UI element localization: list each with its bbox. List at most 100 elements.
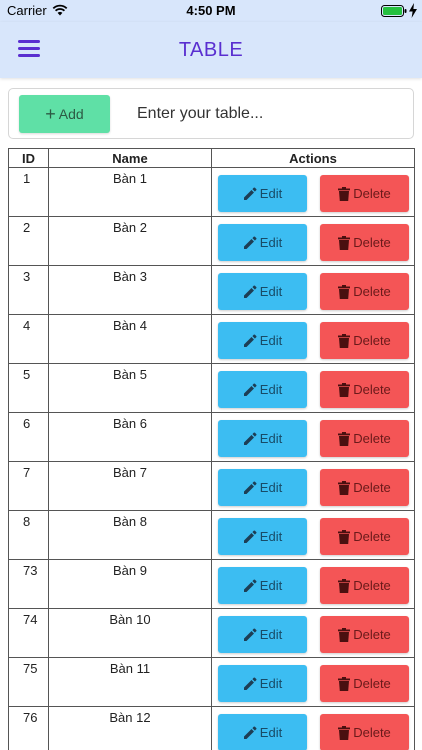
row-actions: Edit Delete [211, 510, 415, 560]
edit-button[interactable]: Edit [218, 273, 307, 310]
edit-button[interactable]: Edit [218, 567, 307, 604]
edit-button[interactable]: Edit [218, 469, 307, 506]
table-row: 74 Bàn 10 Edit Delete [8, 608, 415, 658]
row-actions: Edit Delete [211, 412, 415, 462]
battery-icon [381, 5, 407, 17]
table-row: 4 Bàn 4 Edit Delete [8, 314, 415, 364]
edit-button-label: Edit [259, 480, 283, 495]
trash-icon [338, 529, 351, 544]
delete-button-label: Delete [353, 186, 391, 201]
table-row: 73 Bàn 9 Edit Delete [8, 559, 415, 609]
delete-button-label: Delete [353, 480, 391, 495]
table-row: 2 Bàn 2 Edit Delete [8, 216, 415, 266]
row-actions: Edit Delete [211, 559, 415, 609]
trash-icon [338, 382, 351, 397]
column-header-id: ID [8, 148, 49, 168]
edit-button[interactable]: Edit [218, 175, 307, 212]
delete-button[interactable]: Delete [320, 714, 409, 750]
delete-button[interactable]: Delete [320, 665, 409, 702]
delete-button[interactable]: Delete [320, 322, 409, 359]
delete-button[interactable]: Delete [320, 567, 409, 604]
pencil-icon [243, 726, 257, 739]
delete-button[interactable]: Delete [320, 371, 409, 408]
delete-button[interactable]: Delete [320, 469, 409, 506]
row-name: Bàn 8 [48, 510, 212, 560]
pencil-icon [243, 236, 257, 249]
row-id: 76 [8, 706, 49, 750]
table-header-row: ID Name Actions [8, 148, 415, 168]
edit-button-label: Edit [259, 284, 283, 299]
row-name: Bàn 9 [48, 559, 212, 609]
edit-button[interactable]: Edit [218, 518, 307, 555]
pencil-icon [243, 187, 257, 200]
edit-button-label: Edit [259, 186, 283, 201]
add-table-bar: + Add [8, 88, 414, 139]
trash-icon [338, 676, 351, 691]
delete-button-label: Delete [353, 382, 391, 397]
pencil-icon [243, 285, 257, 298]
add-button-label: Add [58, 106, 84, 122]
edit-button[interactable]: Edit [218, 714, 307, 750]
trash-icon [338, 431, 351, 446]
row-name: Bàn 12 [48, 706, 212, 750]
pencil-icon [243, 383, 257, 396]
table-row: 5 Bàn 5 Edit Delete [8, 363, 415, 413]
trash-icon [338, 333, 351, 348]
row-name: Bàn 7 [48, 461, 212, 511]
pencil-icon [243, 677, 257, 690]
table-row: 6 Bàn 6 Edit Delete [8, 412, 415, 462]
edit-button[interactable]: Edit [218, 371, 307, 408]
delete-button-label: Delete [353, 676, 391, 691]
row-id: 6 [8, 412, 49, 462]
trash-icon [338, 235, 351, 250]
edit-button[interactable]: Edit [218, 224, 307, 261]
delete-button-label: Delete [353, 627, 391, 642]
delete-button[interactable]: Delete [320, 518, 409, 555]
delete-button[interactable]: Delete [320, 420, 409, 457]
row-id: 3 [8, 265, 49, 315]
delete-button-label: Delete [353, 578, 391, 593]
row-actions: Edit Delete [211, 314, 415, 364]
edit-button[interactable]: Edit [218, 420, 307, 457]
table-row: 8 Bàn 8 Edit Delete [8, 510, 415, 560]
edit-button[interactable]: Edit [218, 616, 307, 653]
edit-button-label: Edit [259, 431, 283, 446]
row-id: 5 [8, 363, 49, 413]
delete-button-label: Delete [353, 284, 391, 299]
delete-button-label: Delete [353, 529, 391, 544]
charging-icon [409, 3, 417, 18]
edit-button-label: Edit [259, 333, 283, 348]
edit-button[interactable]: Edit [218, 665, 307, 702]
delete-button[interactable]: Delete [320, 224, 409, 261]
table-name-input[interactable] [137, 101, 397, 127]
edit-button-label: Edit [259, 578, 283, 593]
delete-button[interactable]: Delete [320, 273, 409, 310]
edit-button-label: Edit [259, 382, 283, 397]
navbar: TABLE [0, 22, 422, 78]
edit-button-label: Edit [259, 676, 283, 691]
table-row: 7 Bàn 7 Edit Delete [8, 461, 415, 511]
table-row: 1 Bàn 1 Edit Delete [8, 167, 415, 217]
pencil-icon [243, 579, 257, 592]
delete-button[interactable]: Delete [320, 616, 409, 653]
edit-button-label: Edit [259, 627, 283, 642]
delete-button-label: Delete [353, 235, 391, 250]
row-name: Bàn 4 [48, 314, 212, 364]
pencil-icon [243, 432, 257, 445]
edit-button[interactable]: Edit [218, 322, 307, 359]
add-button[interactable]: + Add [19, 95, 110, 133]
status-bar: Carrier 4:50 PM [0, 0, 422, 22]
row-id: 73 [8, 559, 49, 609]
row-actions: Edit Delete [211, 657, 415, 707]
delete-button-label: Delete [353, 333, 391, 348]
row-name: Bàn 3 [48, 265, 212, 315]
edit-button-label: Edit [259, 725, 283, 740]
pencil-icon [243, 334, 257, 347]
row-id: 75 [8, 657, 49, 707]
table-row: 76 Bàn 12 Edit Delete [8, 706, 415, 750]
column-header-actions: Actions [211, 148, 415, 168]
row-name: Bàn 5 [48, 363, 212, 413]
pencil-icon [243, 530, 257, 543]
delete-button[interactable]: Delete [320, 175, 409, 212]
edit-button-label: Edit [259, 235, 283, 250]
